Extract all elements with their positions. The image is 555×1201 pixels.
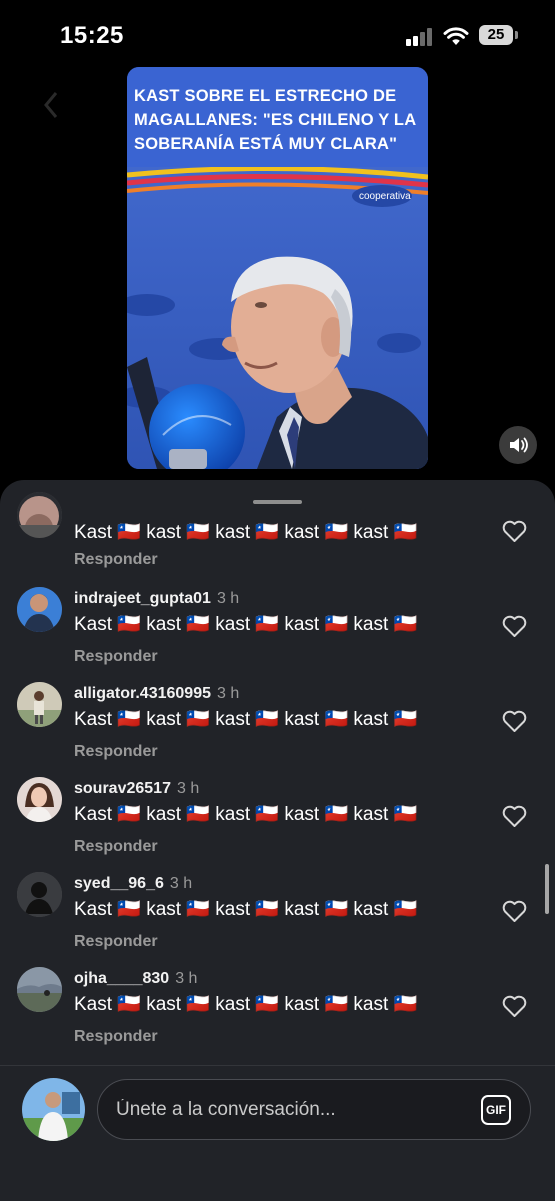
comment-time: 3 h (216, 685, 240, 702)
comment-item: ojha____830 3 h Kast 🇨🇱 kast 🇨🇱 kast 🇨🇱 k… (0, 967, 555, 1063)
avatar[interactable] (17, 587, 62, 632)
heart-outline-icon[interactable] (502, 615, 527, 638)
scrollbar[interactable] (545, 864, 549, 914)
comment-text: Kast 🇨🇱 kast 🇨🇱 kast 🇨🇱 kast 🇨🇱 kast 🇨🇱 (74, 709, 418, 730)
comment-composer: GIF (0, 1065, 555, 1201)
comment-item: Kast 🇨🇱 kast 🇨🇱 kast 🇨🇱 kast 🇨🇱 kast 🇨🇱 … (0, 480, 555, 576)
avatar[interactable] (17, 872, 62, 917)
comment-username[interactable]: syed__96_6 3 h (74, 875, 192, 893)
heart-outline-icon[interactable] (502, 805, 527, 828)
comment-input[interactable] (97, 1079, 531, 1140)
comment-text: Kast 🇨🇱 kast 🇨🇱 kast 🇨🇱 kast 🇨🇱 kast 🇨🇱 (74, 522, 418, 543)
comment-time: 3 h (216, 590, 240, 607)
avatar[interactable] (17, 492, 62, 538)
comment-username[interactable]: indrajeet_gupta01 3 h (74, 590, 239, 608)
comment-text: Kast 🇨🇱 kast 🇨🇱 kast 🇨🇱 kast 🇨🇱 kast 🇨🇱 (74, 994, 418, 1015)
comment-username[interactable]: alligator.43160995 3 h (74, 685, 239, 703)
status-bar: 15:25 25 (0, 0, 555, 70)
wifi-icon (443, 27, 469, 45)
comment-time: 3 h (175, 970, 198, 987)
comment-text: Kast 🇨🇱 kast 🇨🇱 kast 🇨🇱 kast 🇨🇱 kast 🇨🇱 (74, 899, 418, 920)
avatar[interactable] (17, 777, 62, 822)
video-caption: KAST SOBRE EL ESTRECHO DE MAGALLANES: "E… (127, 67, 428, 167)
comment-text: Kast 🇨🇱 kast 🇨🇱 kast 🇨🇱 kast 🇨🇱 kast 🇨🇱 (74, 804, 418, 825)
comment-item: sourav26517 3 h Kast 🇨🇱 kast 🇨🇱 kast 🇨🇱 k… (0, 777, 555, 873)
reply-button[interactable]: Responder (74, 933, 158, 951)
comment-text: Kast 🇨🇱 kast 🇨🇱 kast 🇨🇱 kast 🇨🇱 kast 🇨🇱 (74, 614, 418, 635)
reply-button[interactable]: Responder (74, 551, 158, 569)
battery-indicator: 25 (479, 25, 513, 45)
back-chevron-icon[interactable] (42, 90, 60, 120)
comment-username[interactable]: ojha____830 3 h (74, 970, 197, 988)
heart-outline-icon[interactable] (502, 520, 527, 543)
heart-outline-icon[interactable] (502, 710, 527, 733)
reply-button[interactable]: Responder (74, 838, 158, 856)
status-time: 15:25 (60, 22, 124, 49)
heart-outline-icon[interactable] (502, 995, 527, 1018)
current-user-avatar[interactable] (22, 1078, 85, 1141)
video-player[interactable]: KAST SOBRE EL ESTRECHO DE MAGALLANES: "E… (127, 67, 428, 469)
comment-username[interactable]: sourav26517 3 h (74, 780, 199, 798)
battery-tip (515, 31, 518, 39)
reply-button[interactable]: Responder (74, 648, 158, 666)
cellular-signal-icon (406, 28, 434, 46)
reply-button[interactable]: Responder (74, 743, 158, 761)
reply-button[interactable]: Responder (74, 1028, 158, 1046)
video-frame-image: cooperativa (127, 167, 428, 469)
speaker-icon (510, 437, 528, 453)
avatar[interactable] (17, 682, 62, 727)
heart-outline-icon[interactable] (502, 900, 527, 923)
volume-button[interactable] (499, 426, 537, 464)
comment-time: 3 h (176, 780, 200, 797)
logo-text: cooperativa (359, 191, 411, 202)
gif-button[interactable]: GIF (481, 1095, 511, 1125)
avatar[interactable] (17, 967, 62, 1012)
comment-time: 3 h (169, 875, 193, 892)
comment-item: indrajeet_gupta01 3 h Kast 🇨🇱 kast 🇨🇱 kas… (0, 587, 555, 683)
comment-item: alligator.43160995 3 h Kast 🇨🇱 kast 🇨🇱 ka… (0, 682, 555, 778)
comment-item: syed__96_6 3 h Kast 🇨🇱 kast 🇨🇱 kast 🇨🇱 ka… (0, 872, 555, 968)
